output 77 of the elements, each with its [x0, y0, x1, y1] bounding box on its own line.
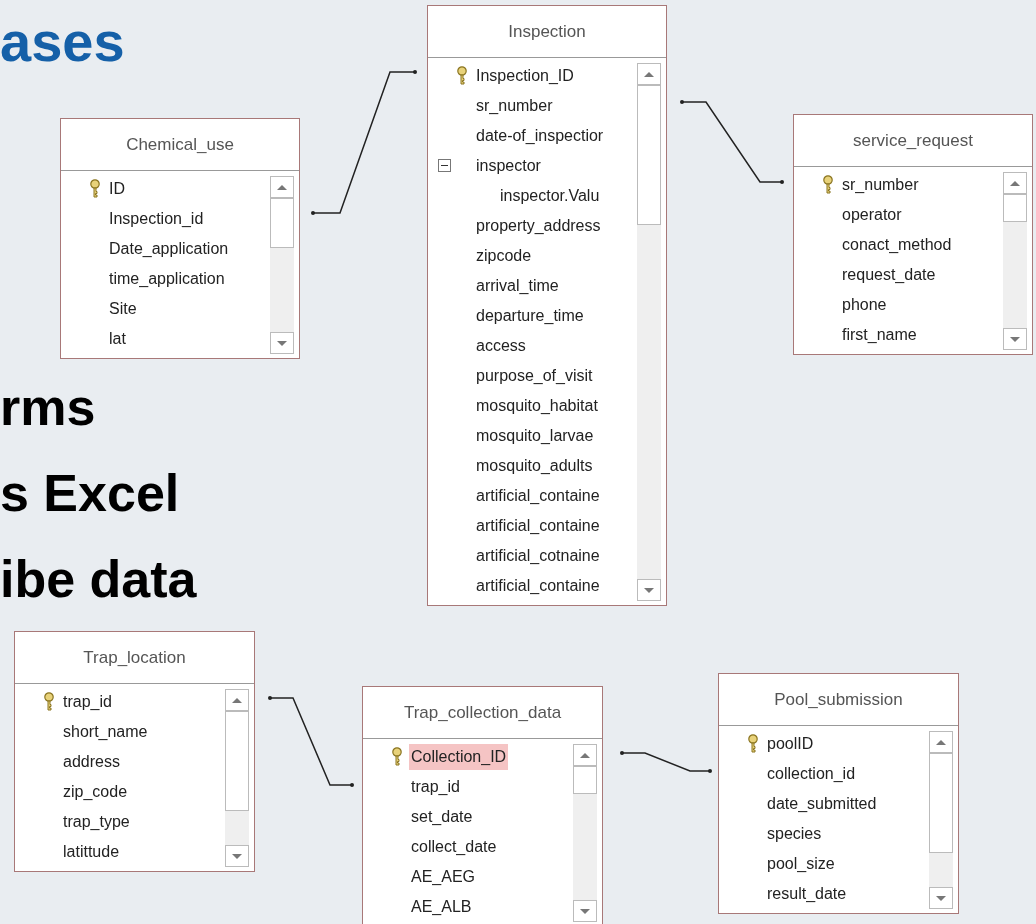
- field-name[interactable]: result_date: [765, 881, 849, 907]
- bullet-text: rms: [0, 377, 96, 438]
- field-name[interactable]: time_application: [107, 266, 227, 292]
- scroll-thumb[interactable]: [225, 711, 249, 811]
- table-window[interactable]: Pool_submission poolID collection_id date_submitted species pool_size result_date: [718, 673, 959, 914]
- scroll-thumb[interactable]: [1003, 194, 1027, 222]
- field-name[interactable]: departure_time: [474, 303, 586, 329]
- bullet-text: ibe data: [0, 549, 197, 610]
- scroll-thumb[interactable]: [270, 198, 294, 248]
- slide-heading: ases: [0, 9, 125, 75]
- field-name[interactable]: property_address: [474, 213, 603, 239]
- field-name[interactable]: zipcode: [474, 243, 534, 269]
- table-title: Inspection: [508, 20, 586, 43]
- field-name[interactable]: artificial_containe: [474, 573, 602, 599]
- table-title: Trap_collection_data: [403, 701, 562, 724]
- bullet-text: s Excel: [0, 463, 180, 524]
- table-title: Chemical_use: [126, 133, 234, 156]
- field-name[interactable]: sr_number: [840, 172, 921, 198]
- table-window[interactable]: Trap_location trap_id short_name address zip_code trap_type latittude: [14, 631, 255, 872]
- field-name[interactable]: lat: [107, 326, 128, 352]
- field-name[interactable]: first_name: [840, 322, 919, 348]
- field-name[interactable]: Collection_ID: [409, 744, 509, 770]
- field-name[interactable]: Inspection_ID: [474, 63, 576, 89]
- scrollbar[interactable]: [1003, 172, 1027, 350]
- field-name[interactable]: inspector: [474, 153, 543, 179]
- field-name[interactable]: Site: [107, 296, 139, 322]
- scrollbar[interactable]: [929, 731, 953, 909]
- field-name[interactable]: phone: [840, 292, 889, 318]
- field-name[interactable]: artificial_containe: [474, 483, 602, 509]
- field-name[interactable]: sr_number: [474, 93, 555, 119]
- field-name[interactable]: species: [765, 821, 824, 847]
- field-name[interactable]: trap_id: [409, 774, 462, 800]
- field-name[interactable]: mosquito_habitat: [474, 393, 600, 419]
- table-window[interactable]: [427, 5, 667, 606]
- field-name[interactable]: date_submitted: [765, 791, 879, 817]
- field-name[interactable]: inspector.Valu: [498, 183, 602, 209]
- field-name[interactable]: access: [474, 333, 528, 359]
- scrollbar[interactable]: [637, 63, 661, 601]
- field-name[interactable]: AE_AEG: [409, 864, 478, 890]
- field-name[interactable]: trap_type: [61, 809, 132, 835]
- table-title: Pool_submission: [774, 688, 903, 711]
- scroll-thumb[interactable]: [573, 766, 597, 794]
- field-name[interactable]: operator: [840, 202, 904, 228]
- field-name[interactable]: ID: [107, 176, 127, 202]
- field-name[interactable]: collect_date: [409, 834, 499, 860]
- field-name[interactable]: purpose_of_visit: [474, 363, 595, 389]
- field-name[interactable]: mosquito_adults: [474, 453, 595, 479]
- field-name[interactable]: conact_method: [840, 232, 954, 258]
- field-name[interactable]: mosquito_larvae: [474, 423, 596, 449]
- field-name[interactable]: trap_id: [61, 689, 114, 715]
- field-name[interactable]: Date_application: [107, 236, 231, 262]
- field-name[interactable]: collection_id: [765, 761, 858, 787]
- field-name[interactable]: pool_size: [765, 851, 837, 877]
- field-name[interactable]: Inspection_id: [107, 206, 206, 232]
- table-title: Trap_location: [83, 646, 186, 669]
- field-name[interactable]: AE_ALB: [409, 894, 474, 920]
- table-title: service_request: [853, 129, 973, 152]
- field-name[interactable]: artificial_containe: [474, 513, 602, 539]
- field-name[interactable]: poolID: [765, 731, 816, 757]
- table-window[interactable]: service_request sr_number operator conact_method request_date phone first_name: [793, 114, 1033, 355]
- field-name[interactable]: artificial_cotnaine: [474, 543, 602, 569]
- field-name[interactable]: latittude: [61, 839, 122, 865]
- scrollbar[interactable]: [270, 176, 294, 354]
- field-name[interactable]: address: [61, 749, 122, 775]
- field-name[interactable]: request_date: [840, 262, 938, 288]
- field-name[interactable]: set_date: [409, 804, 475, 830]
- scrollbar[interactable]: [225, 689, 249, 867]
- table-window[interactable]: Chemical_use ID Inspection_id Date_application time_application Site lat: [60, 118, 300, 359]
- collapse-box-icon[interactable]: [438, 159, 451, 172]
- field-name[interactable]: short_name: [61, 719, 150, 745]
- scroll-thumb[interactable]: [929, 753, 953, 853]
- field-name[interactable]: date-of_inspectior: [474, 123, 606, 149]
- scroll-thumb[interactable]: [637, 85, 661, 225]
- field-name[interactable]: zip_code: [61, 779, 130, 805]
- table-window[interactable]: Trap_collection_data Collection_ID trap_id set_date collect_date AE_AEG AE_ALB: [362, 686, 603, 924]
- scrollbar[interactable]: [573, 744, 597, 922]
- field-name[interactable]: arrival_time: [474, 273, 561, 299]
